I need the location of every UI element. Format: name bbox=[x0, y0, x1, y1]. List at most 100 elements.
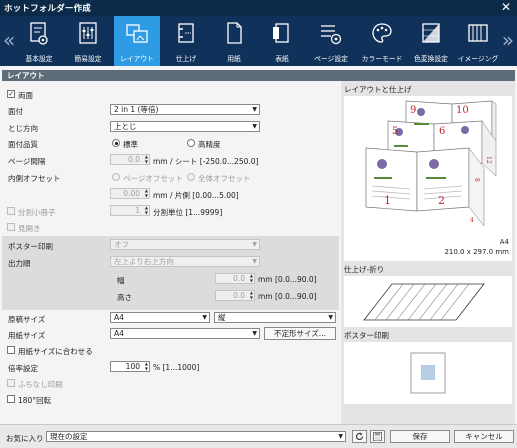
chevron-down-icon: ▼ bbox=[338, 433, 343, 440]
basic-settings-icon bbox=[30, 22, 48, 45]
save-favorite-button[interactable] bbox=[370, 430, 385, 443]
spinner-icon[interactable]: ▲ ▼ bbox=[145, 361, 148, 371]
footer-bar: お気に入り 現在の設定 ▼ 保存 キャンセル bbox=[0, 424, 517, 448]
rotate180-label: 180°回転 bbox=[18, 396, 52, 405]
fit-paper-label: 用紙サイズに合わせる bbox=[18, 347, 93, 356]
orientation-select[interactable]: 縦 ▼ bbox=[214, 312, 336, 323]
page-settings-icon bbox=[321, 25, 342, 45]
inner-offset-label: 内側オフセット bbox=[8, 174, 61, 183]
imposition-value: 2 in 1 (等倍) bbox=[114, 105, 159, 114]
page-gap-input[interactable]: 0.0 ▲ ▼ bbox=[110, 154, 150, 165]
paper-size-value: A4 bbox=[114, 329, 124, 338]
page-offset-radio[interactable] bbox=[112, 173, 120, 181]
output-order-label: 出力順 bbox=[8, 259, 31, 268]
page-gap-label: ページ間隔 bbox=[8, 157, 46, 166]
save-button[interactable]: 保存 bbox=[390, 430, 450, 443]
layout-icon bbox=[126, 24, 148, 43]
fit-paper-checkbox[interactable] bbox=[7, 346, 15, 354]
paper-size-select[interactable]: A4 ▼ bbox=[110, 328, 260, 339]
tab-simple-settings[interactable]: 簡易設定 bbox=[66, 16, 110, 66]
tab-paper[interactable]: 用紙 bbox=[212, 16, 256, 66]
tab-imaging[interactable]: イメージング bbox=[456, 16, 500, 66]
split-booklet-unit: 分割単位 [1...9999] bbox=[153, 208, 223, 217]
quality-standard-radio[interactable] bbox=[112, 139, 120, 147]
tab-finishing[interactable]: 仕上げ bbox=[164, 16, 208, 66]
fold-preview-image bbox=[363, 283, 485, 321]
paper-dimensions: 210.0 x 297.0 mm bbox=[444, 248, 509, 256]
paper-size-label: 用紙サイズ bbox=[8, 331, 46, 340]
width-unit: mm [0.0...90.0] bbox=[258, 275, 317, 284]
save-icon bbox=[373, 432, 382, 441]
poster-value: オフ bbox=[114, 240, 129, 249]
borderless-checkbox[interactable] bbox=[7, 379, 15, 387]
original-size-value: A4 bbox=[114, 313, 124, 322]
spread-label: 見開き bbox=[18, 224, 41, 233]
duplex-checkbox[interactable]: ✓ bbox=[7, 90, 15, 98]
split-booklet-checkbox[interactable] bbox=[7, 207, 15, 215]
spinner-icon[interactable]: ▲ ▼ bbox=[250, 290, 253, 300]
all-offset-radio[interactable] bbox=[187, 173, 195, 181]
all-offset-label: 全体オフセット bbox=[198, 174, 251, 183]
scroll-left-icon[interactable]: « bbox=[3, 30, 15, 50]
spinner-icon[interactable]: ▲ ▼ bbox=[145, 154, 148, 164]
rotate180-checkbox[interactable] bbox=[7, 395, 15, 403]
original-size-label: 原稿サイズ bbox=[8, 315, 46, 324]
window-title: ホットフォルダー作成 bbox=[4, 4, 92, 14]
quality-label: 面付品質 bbox=[8, 140, 38, 149]
binding-select[interactable]: 上とじ ▼ bbox=[110, 121, 260, 132]
orientation-value: 縦 bbox=[218, 313, 226, 322]
page-number-12: 12 bbox=[485, 156, 492, 164]
section-header: レイアウト bbox=[2, 70, 515, 81]
height-input[interactable]: 0.0 ▲ ▼ bbox=[215, 290, 255, 301]
split-booklet-input[interactable]: 1 ▲ ▼ bbox=[110, 205, 150, 216]
tab-color-conversion[interactable]: 色変換設定 bbox=[408, 16, 454, 66]
paper-icon bbox=[227, 22, 242, 44]
cover-icon bbox=[273, 23, 289, 43]
page-number-9: 9 bbox=[410, 105, 416, 116]
height-value: 0.0 bbox=[233, 291, 245, 300]
scroll-right-icon[interactable]: » bbox=[502, 30, 514, 50]
favorites-value: 現在の設定 bbox=[50, 432, 88, 441]
inner-offset-input[interactable]: 0.00 ▲ ▼ bbox=[110, 188, 150, 199]
color-conversion-icon bbox=[422, 23, 440, 43]
tab-basic-settings[interactable]: 基本設定 bbox=[16, 16, 62, 66]
poster-select[interactable]: オフ ▼ bbox=[110, 239, 260, 250]
tab-cover[interactable]: 表紙 bbox=[260, 16, 304, 66]
duplex-label: 両面 bbox=[18, 91, 33, 100]
spread-checkbox[interactable] bbox=[7, 223, 15, 231]
cancel-button[interactable]: キャンセル bbox=[454, 430, 514, 443]
page-gap-value: 0.0 bbox=[128, 155, 140, 164]
close-icon[interactable]: ✕ bbox=[501, 0, 511, 14]
chevron-down-icon: ▼ bbox=[252, 258, 257, 265]
fold-preview bbox=[344, 276, 512, 327]
spinner-icon[interactable]: ▲ ▼ bbox=[145, 205, 148, 215]
output-order-select[interactable]: 左上より右上方向 ▼ bbox=[110, 256, 260, 267]
layout-form: ✓ 両面 面付 2 in 1 (等倍) ▼ とじ方向 上とじ ▼ 面付品質 標準 高… bbox=[2, 81, 339, 424]
inner-offset-unit: mm / 片側 [0.00...5.00] bbox=[153, 191, 239, 200]
poster-preview-image bbox=[410, 352, 446, 394]
width-input[interactable]: 0.0 ▲ ▼ bbox=[215, 273, 255, 284]
tab-layout[interactable]: レイアウト bbox=[114, 16, 160, 66]
tab-color-mode[interactable]: カラーモード bbox=[358, 16, 406, 66]
poster-preview bbox=[344, 342, 512, 404]
favorites-label: お気に入り bbox=[6, 434, 44, 443]
spinner-icon[interactable]: ▲ ▼ bbox=[145, 188, 148, 198]
tab-label: イメージング bbox=[457, 55, 499, 63]
chevron-down-icon: ▼ bbox=[328, 314, 333, 321]
quality-high-radio[interactable] bbox=[187, 139, 195, 147]
refresh-button[interactable] bbox=[352, 430, 367, 443]
favorites-select[interactable]: 現在の設定 ▼ bbox=[46, 431, 346, 442]
refresh-icon bbox=[356, 432, 364, 441]
layout-preview: 9 10 5 6 1 2 12 8 4 A4 210.0 x 297.0 mm bbox=[344, 96, 512, 261]
poster-preview-title: ポスター印刷 bbox=[344, 331, 389, 340]
tab-page-settings[interactable]: ページ設定 bbox=[308, 16, 354, 66]
quality-high-label: 高精度 bbox=[198, 140, 221, 149]
settings-panel: レイアウト ✓ 両面 面付 2 in 1 (等倍) ▼ とじ方向 上とじ ▼ 面付品… bbox=[0, 66, 517, 424]
scale-input[interactable]: 100 ▲ ▼ bbox=[110, 361, 150, 372]
title-bar: ホットフォルダー作成 ✕ bbox=[0, 0, 517, 16]
custom-size-button[interactable]: 不定形サイズ... bbox=[264, 327, 336, 340]
imposition-select[interactable]: 2 in 1 (等倍) ▼ bbox=[110, 104, 260, 115]
original-size-select[interactable]: A4 ▼ bbox=[110, 312, 210, 323]
page-number-2: 2 bbox=[438, 194, 445, 207]
spinner-icon[interactable]: ▲ ▼ bbox=[250, 273, 253, 283]
